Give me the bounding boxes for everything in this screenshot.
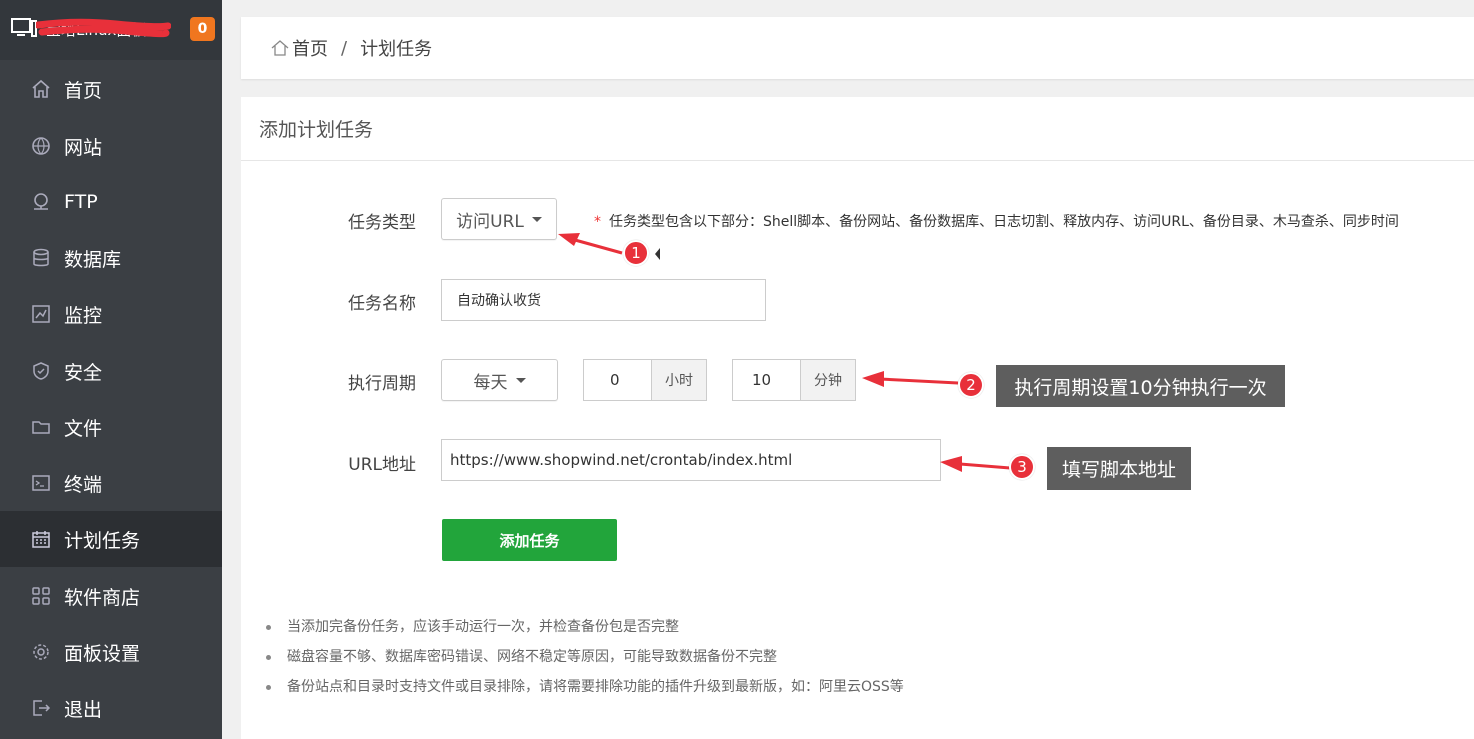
breadcrumb: 首页 / 计划任务 bbox=[241, 17, 1474, 79]
sidebar-item-label: 数据库 bbox=[64, 248, 122, 271]
home-icon bbox=[270, 38, 290, 58]
sidebar: 宝塔Linux面板 0 首页 网站 FTP 数据库 监控 安全 文件 终端 计划… bbox=[0, 0, 222, 739]
sidebar-item-label: 退出 bbox=[64, 698, 103, 721]
sidebar-item-store[interactable]: 软件商店 bbox=[0, 568, 222, 624]
sidebar-item-label: 网站 bbox=[64, 136, 103, 159]
task-type-value: 访问URL bbox=[456, 211, 524, 232]
hour-field: 0 小时 bbox=[583, 359, 707, 401]
sidebar-item-database[interactable]: 数据库 bbox=[0, 230, 222, 286]
url-input[interactable]: https://www.shopwind.net/crontab/index.h… bbox=[441, 439, 941, 481]
terminal-icon bbox=[31, 473, 51, 493]
callout-url: 填写脚本地址 bbox=[1047, 447, 1191, 490]
tips-list: 当添加完备份任务，应该手动运行一次，并检查备份包是否完整 磁盘容量不够、数据库密… bbox=[265, 616, 904, 706]
task-type-select[interactable]: 访问URL bbox=[441, 198, 557, 240]
marker-3: 3 bbox=[1009, 454, 1035, 480]
logout-icon bbox=[31, 698, 51, 718]
sidebar-item-files[interactable]: 文件 bbox=[0, 399, 222, 455]
database-icon bbox=[31, 248, 51, 268]
minute-unit: 分钟 bbox=[800, 360, 855, 400]
sidebar-item-label: FTP bbox=[64, 191, 98, 213]
hour-input[interactable]: 0 bbox=[584, 360, 651, 400]
task-type-hint-text: 任务类型包含以下部分：Shell脚本、备份网站、备份数据库、日志切割、释放内存、… bbox=[609, 214, 1399, 230]
cycle-label: 执行周期 bbox=[348, 374, 416, 394]
breadcrumb-current: 计划任务 bbox=[360, 39, 433, 60]
calendar-icon bbox=[31, 529, 51, 549]
minute-input[interactable]: 10 bbox=[733, 360, 800, 400]
sidebar-item-label: 面板设置 bbox=[64, 642, 141, 665]
redaction-mark bbox=[36, 18, 171, 38]
gear-icon bbox=[31, 642, 51, 662]
cycle-value: 每天 bbox=[473, 372, 508, 393]
monitor-icon bbox=[11, 18, 37, 37]
sidebar-item-label: 文件 bbox=[64, 417, 103, 440]
sidebar-item-label: 软件商店 bbox=[64, 586, 141, 609]
list-item: 备份站点和目录时支持文件或目录排除，请将需要排除功能的插件升级到最新版，如：阿里… bbox=[265, 676, 904, 706]
list-item: 当添加完备份任务，应该手动运行一次，并检查备份包是否完整 bbox=[265, 616, 904, 646]
globe-icon bbox=[31, 136, 51, 156]
home-icon bbox=[31, 79, 51, 99]
chevron-down-icon bbox=[515, 377, 526, 383]
sidebar-item-website[interactable]: 网站 bbox=[0, 118, 222, 174]
sidebar-item-monitor[interactable]: 监控 bbox=[0, 286, 222, 342]
add-task-button[interactable]: 添加任务 bbox=[442, 519, 617, 561]
sidebar-item-home[interactable]: 首页 bbox=[0, 61, 222, 117]
required-star: * bbox=[594, 214, 601, 230]
sidebar-item-logout[interactable]: 退出 bbox=[0, 680, 222, 736]
sidebar-item-crontab[interactable]: 计划任务 bbox=[0, 511, 222, 567]
minute-field: 10 分钟 bbox=[732, 359, 856, 401]
sidebar-item-settings[interactable]: 面板设置 bbox=[0, 624, 222, 680]
chevron-down-icon bbox=[531, 216, 542, 222]
sidebar-item-terminal[interactable]: 终端 bbox=[0, 455, 222, 511]
panel-title: 添加计划任务 bbox=[241, 97, 1474, 161]
brand-header: 宝塔Linux面板 0 bbox=[0, 0, 222, 60]
sidebar-item-label: 安全 bbox=[64, 361, 103, 384]
sidebar-item-label: 监控 bbox=[64, 304, 103, 327]
sidebar-item-security[interactable]: 安全 bbox=[0, 343, 222, 399]
sidebar-item-label: 终端 bbox=[64, 473, 103, 496]
task-name-input[interactable]: 自动确认收货 bbox=[441, 279, 766, 321]
notification-badge[interactable]: 0 bbox=[190, 17, 215, 41]
ftp-icon bbox=[31, 192, 51, 212]
sidebar-item-label: 首页 bbox=[64, 79, 103, 102]
marker-2: 2 bbox=[958, 372, 984, 398]
shield-icon bbox=[31, 361, 51, 381]
marker-1: 1 bbox=[623, 240, 649, 266]
task-type-hint: * 任务类型包含以下部分：Shell脚本、备份网站、备份数据库、日志切割、释放内存… bbox=[594, 211, 1399, 231]
monitor-chart-icon bbox=[31, 304, 51, 324]
task-type-label: 任务类型 bbox=[348, 213, 416, 233]
cycle-select[interactable]: 每天 bbox=[441, 359, 558, 401]
sidebar-item-ftp[interactable]: FTP bbox=[0, 174, 222, 230]
task-name-label: 任务名称 bbox=[348, 294, 416, 314]
hour-unit: 小时 bbox=[651, 360, 706, 400]
folder-icon bbox=[31, 417, 51, 437]
grid-icon bbox=[31, 586, 51, 606]
sidebar-item-label: 计划任务 bbox=[64, 529, 141, 552]
breadcrumb-home[interactable]: 首页 bbox=[292, 35, 328, 61]
callout-cycle: 执行周期设置10分钟执行一次 bbox=[996, 365, 1285, 407]
breadcrumb-separator: / bbox=[341, 37, 348, 59]
url-label: URL地址 bbox=[348, 455, 416, 475]
list-item: 磁盘容量不够、数据库密码错误、网络不稳定等原因，可能导致数据备份不完整 bbox=[265, 646, 904, 676]
